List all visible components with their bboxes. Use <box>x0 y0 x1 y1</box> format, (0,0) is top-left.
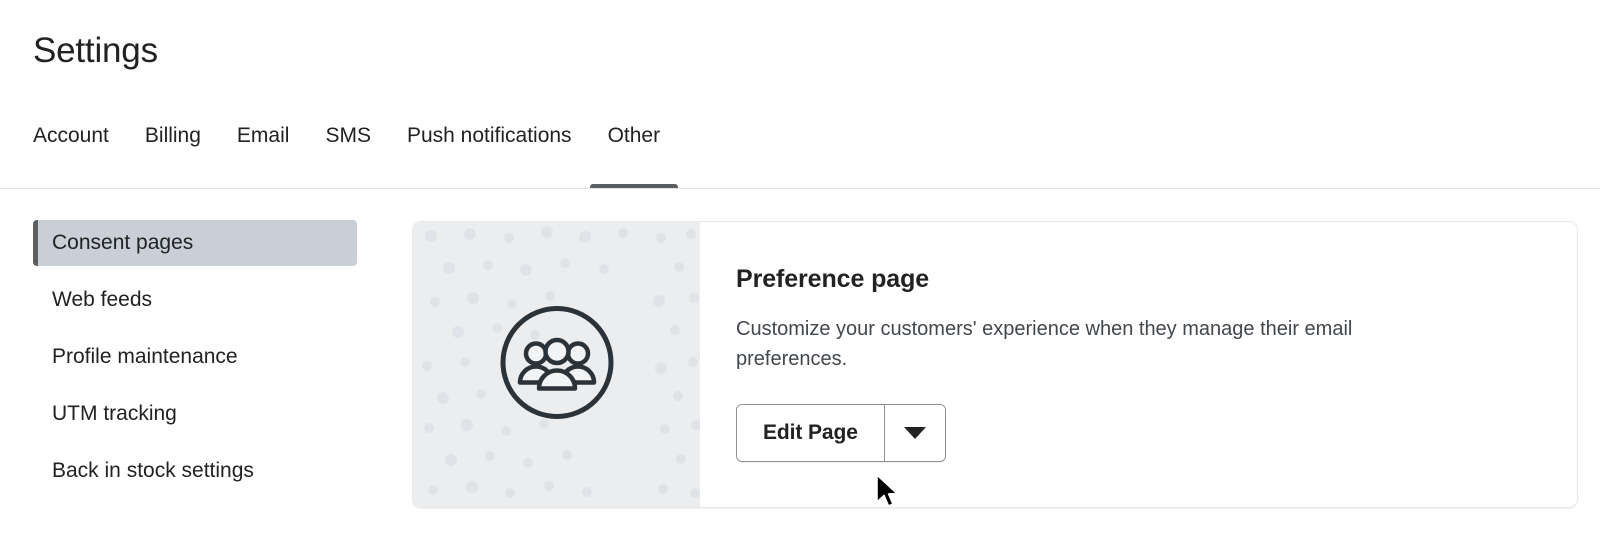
sidebar-item-profile-maintenance[interactable]: Profile maintenance <box>33 334 357 380</box>
sidebar-item-label: UTM tracking <box>52 402 177 425</box>
tab-label: Billing <box>144 124 201 147</box>
sidebar-item-label: Back in stock settings <box>52 459 254 482</box>
card-heading: Preference page <box>736 265 930 293</box>
sidebar-item-label: Web feeds <box>52 288 153 311</box>
tab-push-notifications[interactable]: Push notifications <box>389 112 590 189</box>
tab-other[interactable]: Other <box>589 112 679 189</box>
sidebar-item-back-in-stock-settings[interactable]: Back in stock settings <box>33 448 357 494</box>
page-title: Settings <box>33 31 158 70</box>
sidebar-item-web-feeds[interactable]: Web feeds <box>33 277 357 323</box>
tab-label: SMS <box>325 124 371 147</box>
edit-page-dropdown-button[interactable] <box>884 405 945 461</box>
tab-billing[interactable]: Billing <box>127 112 219 189</box>
sidebar-item-label: Consent pages <box>52 231 194 254</box>
tab-email[interactable]: Email <box>219 112 308 189</box>
tab-label: Email <box>236 124 290 147</box>
settings-content: Consent pages Web feeds Profile maintena… <box>0 189 1600 534</box>
tab-label: Other <box>607 124 661 147</box>
tab-label: Account <box>33 124 109 147</box>
card-body: Preference page Customize your customers… <box>700 222 1577 507</box>
settings-sidebar: Consent pages Web feeds Profile maintena… <box>33 220 357 505</box>
sidebar-item-utm-tracking[interactable]: UTM tracking <box>33 391 357 437</box>
edit-page-split-button: Edit Page <box>736 404 946 462</box>
sidebar-item-label: Profile maintenance <box>52 345 238 368</box>
edit-page-button[interactable]: Edit Page <box>737 405 884 461</box>
tab-sms[interactable]: SMS <box>307 112 389 189</box>
tab-list: Account Billing Email SMS Push notificat… <box>33 112 679 189</box>
people-group-circle-icon <box>498 303 616 426</box>
settings-tabbar: Account Billing Email SMS Push notificat… <box>0 112 1600 189</box>
card-description: Customize your customers' experience whe… <box>736 318 1353 370</box>
selected-marker <box>33 220 38 266</box>
tab-account[interactable]: Account <box>33 112 127 189</box>
preference-page-card: Preference page Customize your customers… <box>412 221 1578 508</box>
chevron-down-icon <box>903 427 926 439</box>
card-illustration <box>413 222 700 507</box>
tab-label: Push notifications <box>406 124 572 147</box>
sidebar-item-consent-pages[interactable]: Consent pages <box>33 220 357 266</box>
